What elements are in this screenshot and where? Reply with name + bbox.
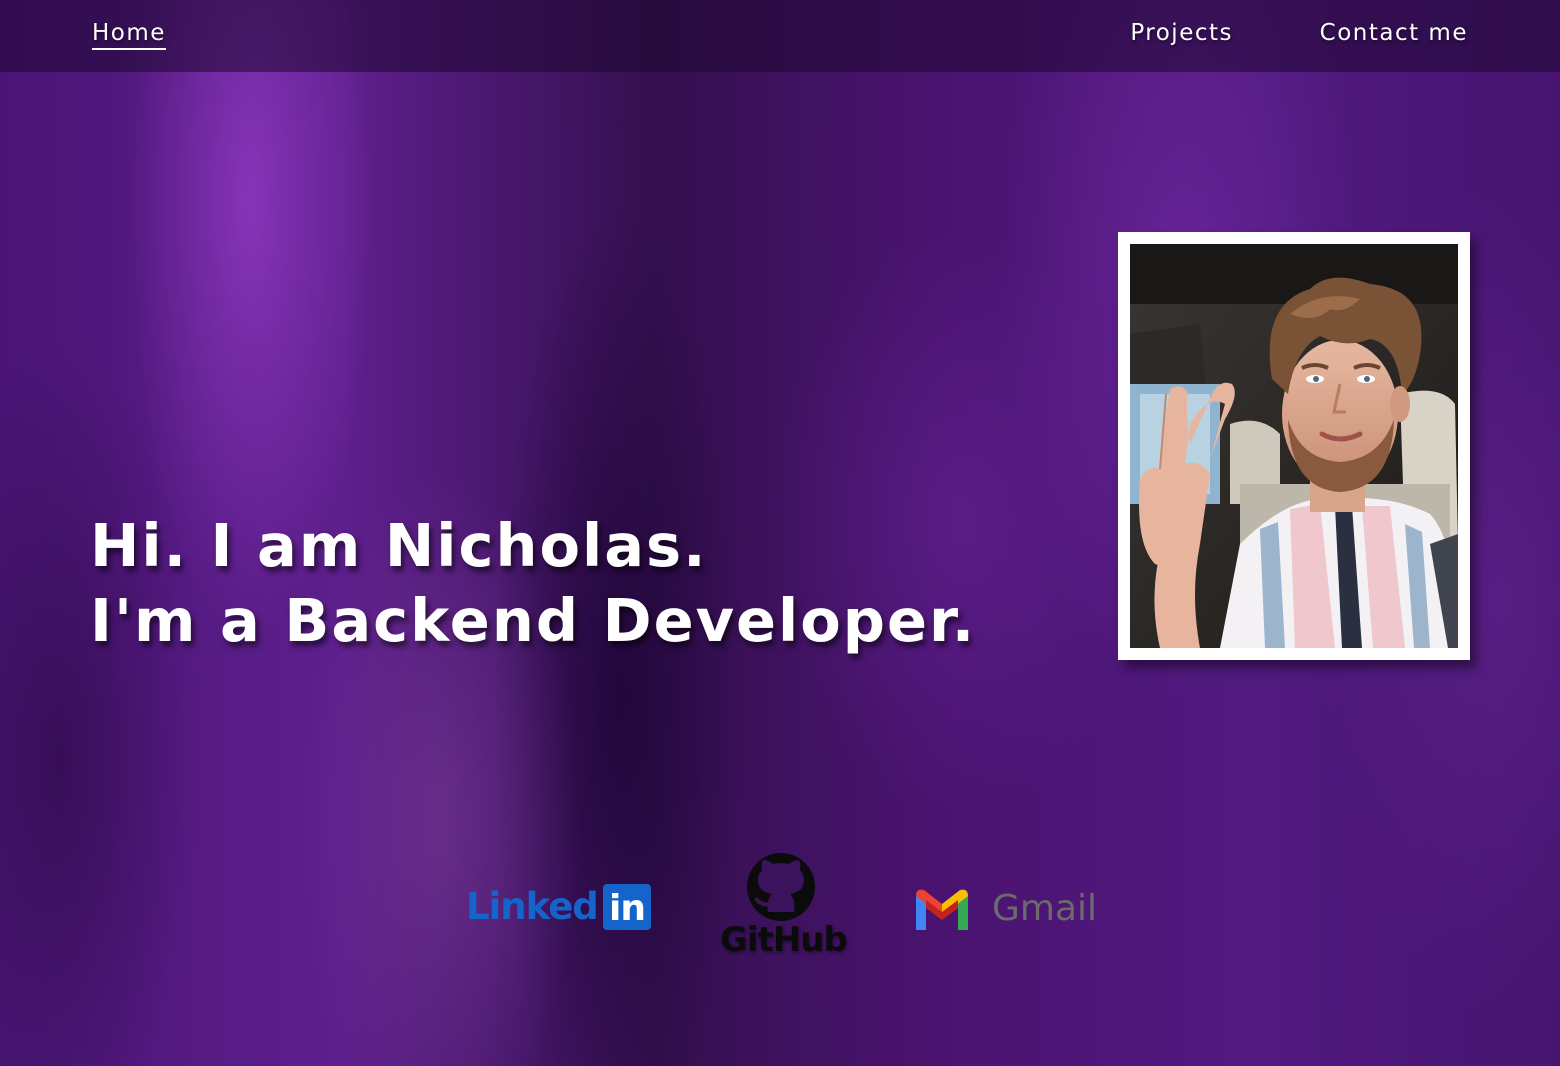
hero-greeting: Hi. I am Nicholas. xyxy=(90,511,708,580)
github-octocat-icon xyxy=(747,853,815,921)
linkedin-link[interactable]: Linked in xyxy=(466,882,656,934)
gmail-wordmark: Gmail xyxy=(992,888,1098,929)
linkedin-icon: in xyxy=(603,884,651,930)
portrait-frame xyxy=(1118,232,1470,660)
github-wordmark: GitHub xyxy=(720,920,848,960)
top-navigation: Home Projects Contact me xyxy=(0,0,1560,72)
linkedin-wordmark: Linked xyxy=(466,885,599,928)
hero-role: I'm a Backend Developer. xyxy=(90,586,977,655)
nav-contact-link[interactable]: Contact me xyxy=(1320,20,1468,46)
nav-projects-link[interactable]: Projects xyxy=(1130,20,1233,46)
social-links: Linked in GitHub Gmail xyxy=(0,850,1560,970)
nav-home-link[interactable]: Home xyxy=(92,20,166,50)
profile-photo xyxy=(1130,244,1458,648)
github-link[interactable]: GitHub xyxy=(718,850,848,966)
gmail-link[interactable]: Gmail xyxy=(910,884,1100,936)
gmail-m-icon xyxy=(916,889,968,930)
hero-intro: Hi. I am Nicholas. I'm a Backend Develop… xyxy=(90,508,1050,658)
